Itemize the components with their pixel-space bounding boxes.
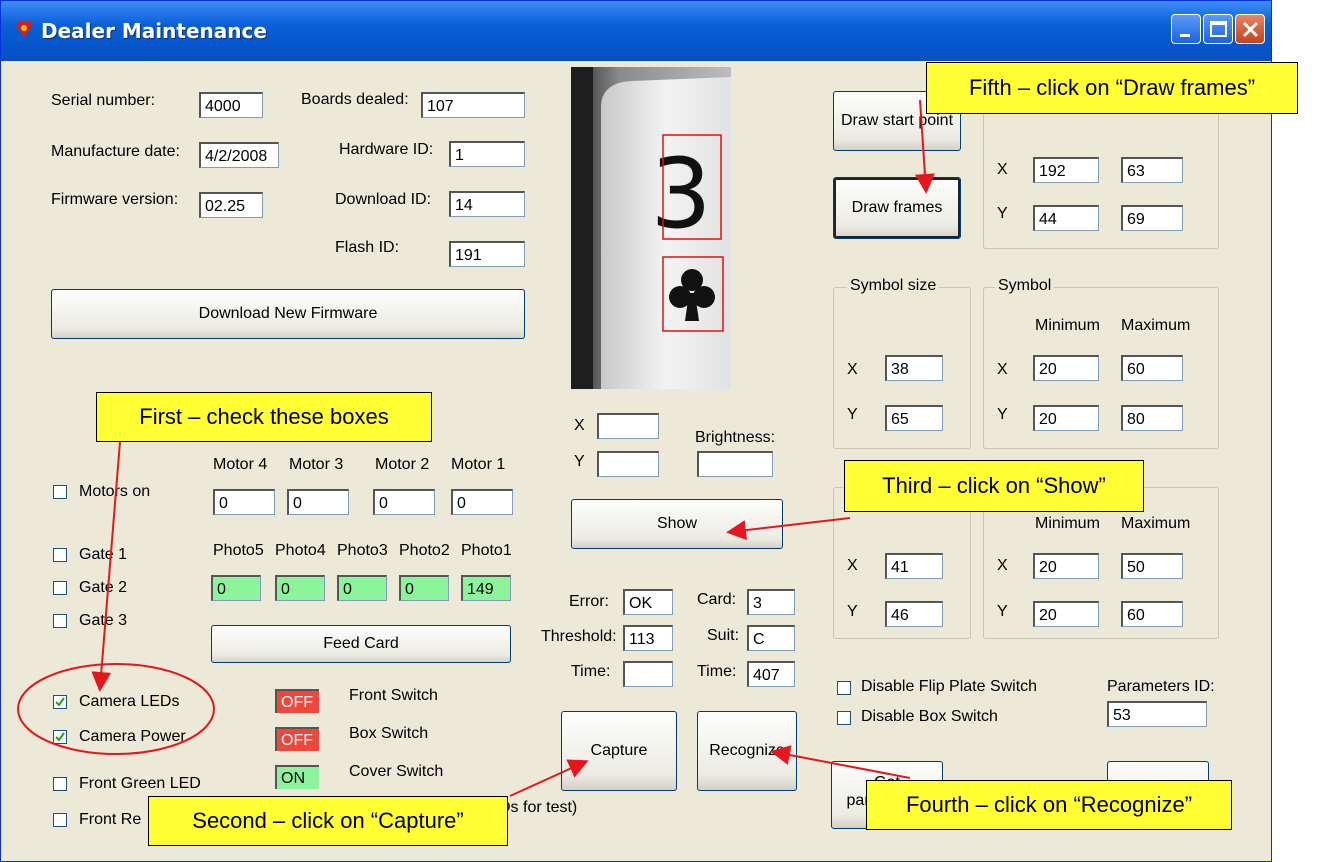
callout-first: First – check these boxes <box>96 392 432 442</box>
first-arrow <box>91 441 121 692</box>
camera-checkbox-highlight <box>17 663 215 755</box>
callout-fourth: Fourth – click on “Recognize” <box>866 780 1232 830</box>
callout-third: Third – click on “Show” <box>844 460 1144 512</box>
callout-fifth: Fifth – click on “Draw frames” <box>926 62 1298 114</box>
fourth-arrow <box>770 745 911 779</box>
third-arrow <box>726 517 851 541</box>
callout-second: Second – click on “Capture” <box>148 796 508 846</box>
second-arrow <box>509 759 589 797</box>
